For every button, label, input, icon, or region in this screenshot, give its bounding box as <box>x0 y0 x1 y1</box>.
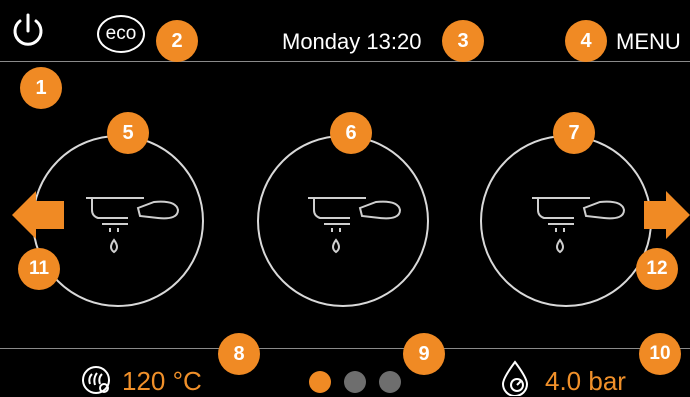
menu-button[interactable]: MENU <box>616 29 681 55</box>
arrow-left-icon[interactable] <box>12 191 64 239</box>
callout-badge: 3 <box>442 20 484 62</box>
pressure-value: 4.0 bar <box>545 366 626 396</box>
power-icon[interactable] <box>10 12 46 52</box>
callout-badge: 8 <box>218 333 260 375</box>
portafilter-icon <box>86 197 180 254</box>
callout-badge: 1 <box>20 67 62 109</box>
callout-badge: 11 <box>18 248 60 290</box>
callout-badge: 10 <box>639 333 681 375</box>
steam-thermo-icon <box>82 366 110 394</box>
temperature-value: 120 °C <box>122 366 202 396</box>
callout-badge: 7 <box>553 112 595 154</box>
eco-label: eco <box>105 23 137 44</box>
callout-badge: 12 <box>636 248 678 290</box>
water-drop-pressure-icon <box>501 360 529 396</box>
portafilter-icon <box>532 197 626 254</box>
page-dot-2[interactable] <box>344 371 366 393</box>
callout-badge: 9 <box>403 333 445 375</box>
eco-button[interactable]: eco <box>97 15 145 53</box>
page-dot-1[interactable] <box>309 371 331 393</box>
footer-divider <box>0 348 690 349</box>
datetime-display: Monday 13:20 <box>282 29 422 54</box>
callout-badge: 5 <box>107 112 149 154</box>
page-dot-3[interactable] <box>379 371 401 393</box>
callout-badge: 4 <box>565 20 607 62</box>
callout-badge: 6 <box>330 112 372 154</box>
arrow-right-icon[interactable] <box>644 191 690 239</box>
portafilter-icon <box>308 197 402 254</box>
callout-badge: 2 <box>156 20 198 62</box>
